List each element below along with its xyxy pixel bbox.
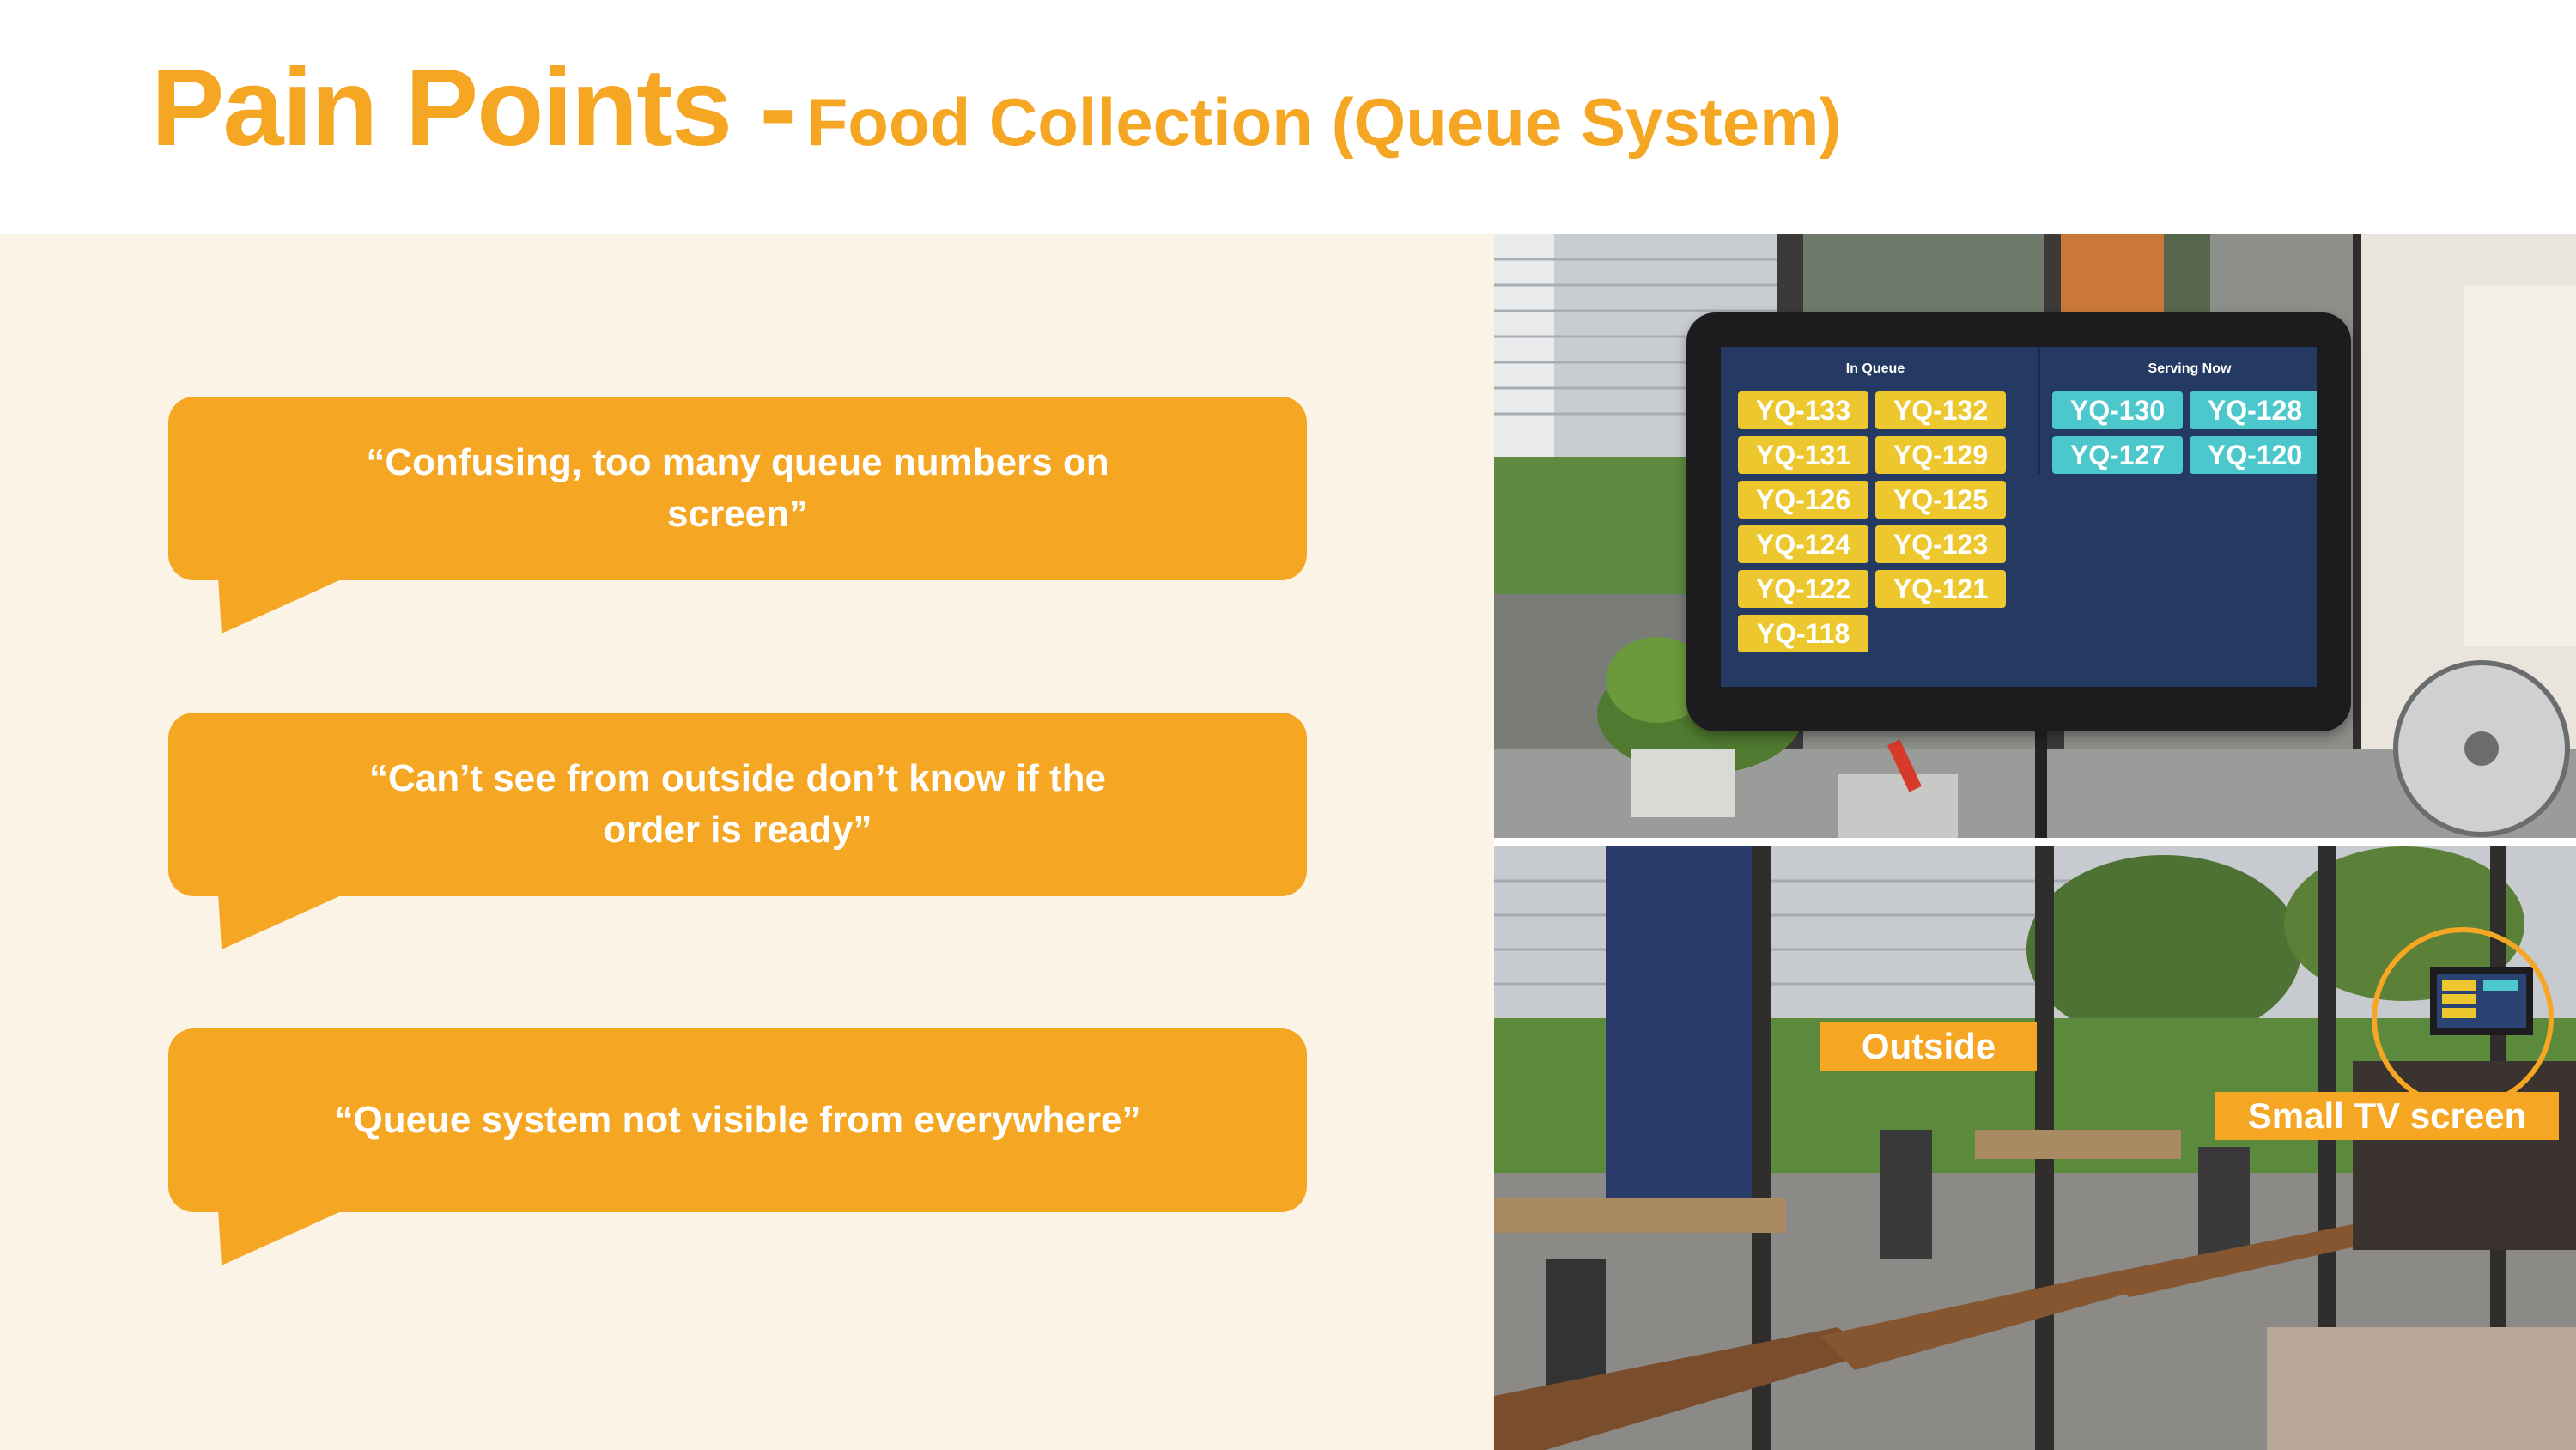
- quote-bubble-2: “Can’t see from outside don’t know if th…: [168, 713, 1307, 896]
- quote-bubble-1: “Confusing, too many queue numbers on sc…: [168, 397, 1307, 580]
- title-sub: Food Collection (Queue System): [806, 84, 1842, 160]
- tv-highlight-circle: [2372, 927, 2554, 1109]
- slide-title: Pain Points - Food Collection (Queue Sys…: [151, 53, 1841, 163]
- quote-text-1: “Confusing, too many queue numbers on sc…: [366, 441, 1109, 535]
- quote-text-3: “Queue system not visible from everywher…: [334, 1099, 1141, 1141]
- serving-now-column: Serving Now YQ-130 YQ-128 YQ-127 YQ-120: [2038, 347, 2317, 474]
- in-queue-ticket: YQ-126: [1738, 481, 1868, 519]
- in-queue-ticket: YQ-123: [1875, 525, 2006, 563]
- serving-now-ticket: YQ-128: [2190, 391, 2317, 429]
- outside-view-photo: Outside Small TV screen: [1494, 846, 2576, 1450]
- in-queue-ticket: YQ-129: [1875, 436, 2006, 474]
- quote-bubble-3: “Queue system not visible from everywher…: [168, 1028, 1307, 1212]
- in-queue-column: In Queue YQ-133 YQ-132 YQ-131 YQ-129 YQ-126 Y…: [1738, 347, 2013, 652]
- queue-tv-screen: In Queue YQ-133 YQ-132 YQ-131 YQ-129 YQ-126 Y…: [1721, 347, 2317, 687]
- serving-now-ticket: YQ-120: [2190, 436, 2317, 474]
- bubble-tail-1: [218, 577, 347, 634]
- serving-now-title: Serving Now: [2148, 361, 2232, 376]
- in-queue-ticket: YQ-124: [1738, 525, 1868, 563]
- in-queue-ticket: YQ-122: [1738, 570, 1868, 608]
- outside-label: Outside: [1820, 1022, 2037, 1071]
- serving-now-list: YQ-130 YQ-128 YQ-127 YQ-120: [2052, 391, 2317, 474]
- quotes-panel: “Confusing, too many queue numbers on sc…: [0, 234, 1494, 1450]
- quote-text-2: “Can’t see from outside don’t know if th…: [368, 757, 1107, 851]
- in-queue-list: YQ-133 YQ-132 YQ-131 YQ-129 YQ-126 YQ-125 YQ-1…: [1738, 391, 2013, 652]
- in-queue-title: In Queue: [1845, 361, 1905, 376]
- in-queue-ticket: YQ-132: [1875, 391, 2006, 429]
- queue-display-photo: In Queue YQ-133 YQ-132 YQ-131 YQ-129 YQ-126 Y…: [1494, 234, 2576, 838]
- serving-now-ticket: YQ-130: [2052, 391, 2183, 429]
- in-queue-ticket: YQ-133: [1738, 391, 1868, 429]
- in-queue-ticket: YQ-121: [1875, 570, 2006, 608]
- queue-tv: In Queue YQ-133 YQ-132 YQ-131 YQ-129 YQ-126 Y…: [1686, 312, 2351, 731]
- title-main: Pain Points -: [151, 46, 796, 169]
- in-queue-ticket: YQ-131: [1738, 436, 1868, 474]
- photos-column: In Queue YQ-133 YQ-132 YQ-131 YQ-129 YQ-126 Y…: [1494, 234, 2576, 1450]
- in-queue-ticket: YQ-125: [1875, 481, 2006, 519]
- in-queue-ticket: YQ-118: [1738, 615, 1868, 652]
- bubble-tail-2: [218, 893, 347, 949]
- bubble-tail-3: [218, 1209, 347, 1265]
- serving-now-ticket: YQ-127: [2052, 436, 2183, 474]
- tv-label: Small TV screen: [2215, 1092, 2559, 1140]
- outside-view-illustration: [1494, 846, 2576, 1450]
